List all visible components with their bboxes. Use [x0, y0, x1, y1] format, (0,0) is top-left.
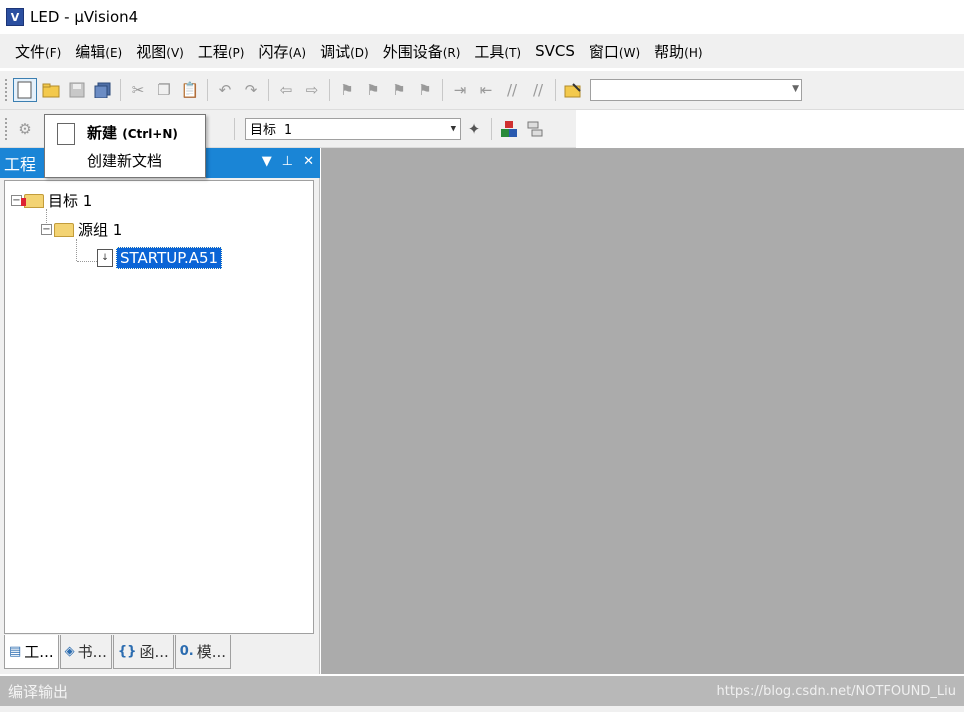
copy-icon[interactable]: ❐ — [152, 78, 176, 102]
tab-templates[interactable]: 0. 模... — [174, 635, 232, 669]
toolbar-separator — [442, 79, 443, 101]
menu-view[interactable]: 视图(V) — [129, 41, 191, 62]
undo-icon[interactable]: ↶ — [213, 78, 237, 102]
redo-icon[interactable]: ↷ — [239, 78, 263, 102]
pin-icon[interactable]: ⊥ — [282, 154, 293, 169]
build-output-title: 编译输出 — [8, 682, 69, 701]
new-file-icon[interactable] — [13, 78, 37, 102]
target-folder-icon — [21, 193, 44, 208]
translate-icon[interactable]: ⚙ — [13, 117, 37, 141]
tab-books[interactable]: ◈ 书... — [59, 635, 112, 669]
comment-icon[interactable]: // — [500, 78, 524, 102]
menu-peripherals[interactable]: 外围设备(R) — [376, 41, 468, 62]
menu-flash[interactable]: 闪存(A) — [251, 41, 313, 62]
uncomment-icon[interactable]: // — [526, 78, 550, 102]
toolbar-separator — [120, 79, 121, 101]
uvision-app-icon: V — [6, 8, 24, 26]
navigate-back-icon[interactable]: ⇦ — [274, 78, 298, 102]
functions-tab-icon: {} — [117, 644, 137, 659]
bookmark-next-icon[interactable]: ⚑ — [387, 78, 411, 102]
watermark: https://blog.csdn.net/NOTFOUND_Liu — [716, 683, 956, 699]
tab-project[interactable]: ▤ 工... — [4, 635, 59, 669]
window-title: LED - µVision4 — [30, 8, 139, 26]
panel-controls: ▼ ⊥ ✕ — [262, 154, 314, 169]
tab-functions[interactable]: {} 函... — [112, 635, 174, 669]
tooltip-title: 新建 (Ctrl+N) — [87, 124, 178, 142]
save-icon[interactable] — [65, 78, 89, 102]
tree-item-label: 目标 1 — [48, 192, 93, 210]
project-tab-icon: ▤ — [9, 644, 22, 659]
unindent-icon[interactable]: ⇤ — [474, 78, 498, 102]
paste-icon[interactable]: 📋 — [178, 78, 202, 102]
tooltip-description: 创建新文档 — [87, 152, 163, 170]
project-panel-tabs: ▤ 工... ◈ 书... {} 函... 0. 模... — [4, 635, 314, 669]
templates-tab-icon: 0. — [179, 644, 194, 659]
tree-item-label: 源组 1 — [78, 221, 123, 239]
navigate-forward-icon[interactable]: ⇨ — [300, 78, 324, 102]
menu-file[interactable]: 文件(F) — [8, 41, 68, 62]
menu-debug[interactable]: 调试(D) — [313, 41, 376, 62]
project-tree[interactable]: − 目标 1 − 源组 1 ↓ STARTUP.A51 — [4, 180, 314, 634]
chevron-down-icon[interactable]: ▼ — [451, 124, 456, 134]
close-icon[interactable]: ✕ — [303, 154, 314, 169]
cut-icon[interactable]: ✂ — [126, 78, 150, 102]
find-in-files-icon[interactable] — [561, 78, 585, 102]
open-folder-icon[interactable] — [39, 78, 63, 102]
menu-bar: 文件(F) 编辑(E) 视图(V) 工程(P) 闪存(A) 调试(D) 外围设备… — [0, 34, 964, 68]
new-document-icon — [57, 123, 75, 145]
toolbar-grip[interactable] — [4, 78, 8, 102]
bookmark-insert-icon[interactable]: ⚑ — [335, 78, 359, 102]
books-tab-icon: ◈ — [64, 644, 75, 659]
panel-menu-chevron-down-icon[interactable]: ▼ — [262, 154, 272, 169]
target-select[interactable]: 目标 1 ▼ — [245, 117, 461, 140]
chevron-down-icon[interactable]: ▼ — [792, 84, 799, 94]
tree-item-target[interactable]: − 目标 1 — [11, 190, 92, 211]
bookmark-previous-icon[interactable]: ⚑ — [361, 78, 385, 102]
manage-components-icon[interactable] — [497, 117, 521, 141]
menu-window[interactable]: 窗口(W) — [582, 41, 647, 62]
tree-connector — [76, 239, 77, 261]
select-packs-icon[interactable] — [523, 117, 547, 141]
project-panel: 工程 ▼ ⊥ ✕ − 目标 1 − 源组 1 ↓ STARTUP.A51 ▤ 工.… — [0, 148, 320, 674]
menu-project[interactable]: 工程(P) — [191, 41, 252, 62]
menu-help[interactable]: 帮助(H) — [647, 41, 709, 62]
toolbar-grip[interactable] — [4, 116, 8, 141]
toolbar-separator — [329, 79, 330, 101]
new-file-tooltip: 新建 (Ctrl+N) 创建新文档 — [44, 114, 206, 178]
file-toolbar: ✂ ❐ 📋 ↶ ↷ ⇦ ⇨ ⚑ ⚑ ⚑ ⚑ ⇥ ⇤ // // ▼ — [0, 70, 964, 110]
menu-edit[interactable]: 编辑(E) — [68, 41, 129, 62]
target-select-value: 目标 1 — [250, 123, 292, 138]
menu-tools[interactable]: 工具(T) — [467, 41, 528, 62]
editor-workspace[interactable] — [321, 148, 964, 674]
find-combo[interactable]: ▼ — [590, 79, 802, 101]
toolbar-separator — [234, 117, 235, 140]
collapse-icon[interactable]: − — [41, 224, 52, 235]
toolbar-separator — [555, 79, 556, 101]
menu-svcs[interactable]: SVCS — [528, 42, 582, 60]
tree-item-group[interactable]: − 源组 1 — [41, 219, 122, 240]
bottom-strip — [0, 706, 964, 712]
target-options-wand-icon[interactable]: ✦ — [462, 117, 486, 141]
indent-icon[interactable]: ⇥ — [448, 78, 472, 102]
toolbar-separator — [268, 79, 269, 101]
asm-file-icon: ↓ — [97, 249, 113, 267]
title-bar: V LED - µVision4 — [0, 0, 964, 34]
toolbar-separator — [491, 117, 492, 140]
tree-item-label: STARTUP.A51 — [116, 247, 223, 269]
toolbar-separator — [207, 79, 208, 101]
group-folder-icon — [54, 222, 74, 237]
tree-connector — [77, 261, 97, 262]
tree-item-file[interactable]: ↓ STARTUP.A51 — [97, 247, 223, 269]
build-output-bar: 编译输出 https://blog.csdn.net/NOTFOUND_Liu — [0, 676, 964, 706]
project-panel-title: 工程 — [4, 155, 37, 174]
save-all-icon[interactable] — [91, 78, 115, 102]
bookmark-clear-icon[interactable]: ⚑ — [413, 78, 437, 102]
